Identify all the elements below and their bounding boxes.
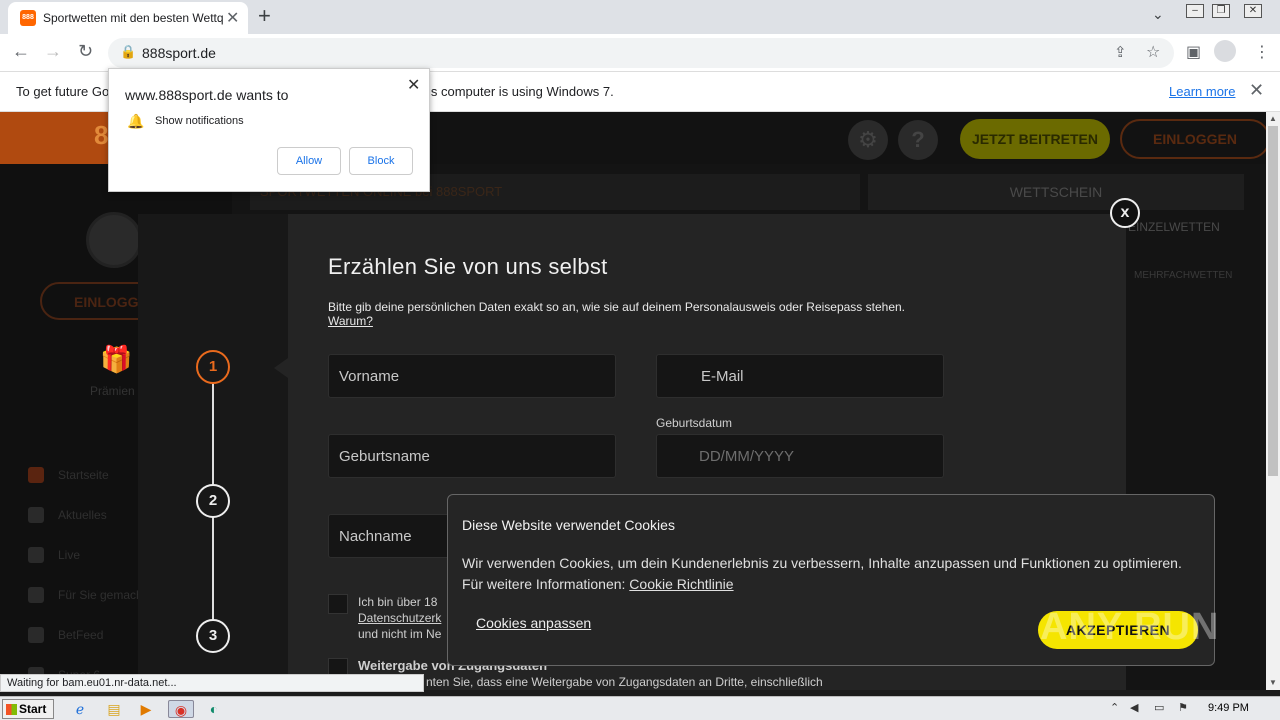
star-icon [28,587,44,603]
page-scrollbar[interactable]: ▲ ▼ [1266,112,1280,690]
chrome-icon[interactable]: ◉ [168,700,194,718]
explorer-icon[interactable]: ▤ [104,700,124,718]
address-bar[interactable]: 🔒 888sport.de ⇪ ☆ [108,38,1174,68]
taskbar-clock[interactable]: 9:49 PM [1208,702,1249,714]
age-terms-text: Ich bin über 18 Datenschutzerk und nicht… [358,595,442,641]
menu-kebab-icon[interactable]: ⋮ [1254,42,1270,62]
bookmark-star-icon[interactable]: ☆ [1146,42,1160,62]
tray-expand-icon[interactable]: ⌃ [1110,701,1119,714]
lock-icon[interactable]: 🔒 [120,44,136,60]
flag-icon[interactable]: ⚑ [1178,701,1188,714]
step-progress-panel: 1 2 3 [138,214,288,690]
network-icon[interactable]: ▭ [1154,701,1164,714]
privacy-link[interactable]: Datenschutzerk [358,610,441,626]
tab-search-icon[interactable]: ⌄ [1152,6,1164,23]
share-icon[interactable]: ⇪ [1114,43,1127,61]
popup-origin-text: www.888sport.de wants to [125,87,289,103]
windows-taskbar: Start ℯ ▤ ▶ ◉ ◐ ⌃ ◀ ▭ ⚑ 9:49 PM [0,696,1280,720]
new-tab-button[interactable]: + [258,3,271,29]
infobar-message-continued: is computer is using Windows 7. [428,84,614,99]
dob-label: Geburtsdatum [656,416,733,430]
browser-status-bar: Waiting for bam.eu01.nr-data.net... [0,674,424,692]
tab-title: Sportwetten mit den besten Wettquoten [43,11,223,25]
step-3-indicator: 3 [196,619,230,653]
popup-permission-label: Show notifications [155,115,244,127]
birth-name-field[interactable]: Geburtsname [328,434,616,478]
url-text[interactable]: 888sport.de [142,45,216,61]
age-terms-checkbox[interactable] [328,594,348,614]
tab-close-icon[interactable]: ✕ [226,8,239,28]
ie-icon[interactable]: ℯ [70,700,90,718]
email-field[interactable]: E-Mail [656,354,944,398]
infobar-message: To get future Go [16,84,110,99]
betslip-header[interactable]: WETTSCHEIN [868,174,1244,210]
cookie-title: Diese Website verwendet Cookies [462,517,675,533]
back-icon[interactable]: ← [12,41,30,62]
scroll-thumb[interactable] [1268,126,1278,476]
multi-bets-tab[interactable]: MEHRFACHWETTEN [1134,270,1232,281]
active-step-pointer [274,358,288,378]
forward-icon[interactable]: → [44,41,62,62]
promotions-label[interactable]: Prämien [90,384,135,398]
credentials-sharing-text: nten Sie, dass eine Weitergabe von Zugan… [426,675,823,689]
browser-toolbar: ← → ↻ 🔒 888sport.de ⇪ ☆ ▣ ⋮ [0,34,1280,72]
window-close-icon[interactable]: ✕ [1244,4,1262,18]
join-now-button[interactable]: JETZT BEITRETEN [960,119,1110,159]
modal-close-button[interactable]: x [1110,198,1140,228]
settings-gear-icon[interactable]: ⚙ [848,120,888,160]
learn-more-link[interactable]: Learn more [1169,84,1235,99]
scroll-up-icon[interactable]: ▲ [1269,114,1277,123]
gift-icon[interactable]: 🎁 [100,344,132,375]
notification-permission-popup: www.888sport.de wants to ✕ 🔔 Show notifi… [108,68,430,192]
infobar-close-icon[interactable]: ✕ [1249,80,1264,101]
help-icon[interactable]: ? [898,120,938,160]
modal-description: Bitte gib deine persönlichen Daten exakt… [328,300,906,328]
why-link[interactable]: Warum? [328,314,373,328]
first-name-field[interactable]: Vorname [328,354,616,398]
anyrun-watermark: ANY RUN [1040,606,1220,648]
modal-title: Erzählen Sie von uns selbst [328,254,608,279]
block-button[interactable]: Block [349,147,413,175]
media-player-icon[interactable]: ▶ [136,700,156,718]
edge-icon[interactable]: ◐ [204,700,224,718]
step-1-indicator: 1 [196,350,230,384]
bell-icon: 🔔 [127,113,145,129]
reload-icon[interactable]: ↻ [78,41,93,62]
customize-cookies-link[interactable]: Cookies anpassen [476,615,591,631]
live-icon [28,547,44,563]
user-avatar [86,212,142,268]
cookie-text: Wir verwenden Cookies, um dein Kundenerl… [462,555,1182,592]
login-button[interactable]: EINLOGGEN [1120,119,1266,159]
feed-icon [28,627,44,643]
date-of-birth-field[interactable]: DD/MM/YYYY [656,434,944,478]
site-favicon-icon: 888 [20,10,36,26]
browser-tab[interactable]: 888 Sportwetten mit den besten Wettquote… [8,2,248,34]
restore-icon[interactable]: ❐ [1212,4,1230,18]
profile-avatar-icon[interactable] [1214,40,1236,62]
home-icon [28,467,44,483]
windows-logo-icon [6,704,17,715]
speaker-icon[interactable]: ◀ [1130,701,1138,714]
start-button[interactable]: Start [2,699,54,719]
allow-button[interactable]: Allow [277,147,341,175]
scroll-down-icon[interactable]: ▼ [1269,678,1277,687]
step-2-indicator: 2 [196,484,230,518]
megaphone-icon [28,507,44,523]
cookie-policy-link[interactable]: Cookie Richtlinie [629,576,733,592]
popup-close-icon[interactable]: ✕ [407,75,420,95]
side-panel-icon[interactable]: ▣ [1186,42,1201,62]
minimize-icon[interactable]: – [1186,4,1204,18]
browser-tab-bar: 888 Sportwetten mit den besten Wettquote… [0,0,1280,34]
single-bets-tab[interactable]: EINZELWETTEN [1128,220,1220,234]
